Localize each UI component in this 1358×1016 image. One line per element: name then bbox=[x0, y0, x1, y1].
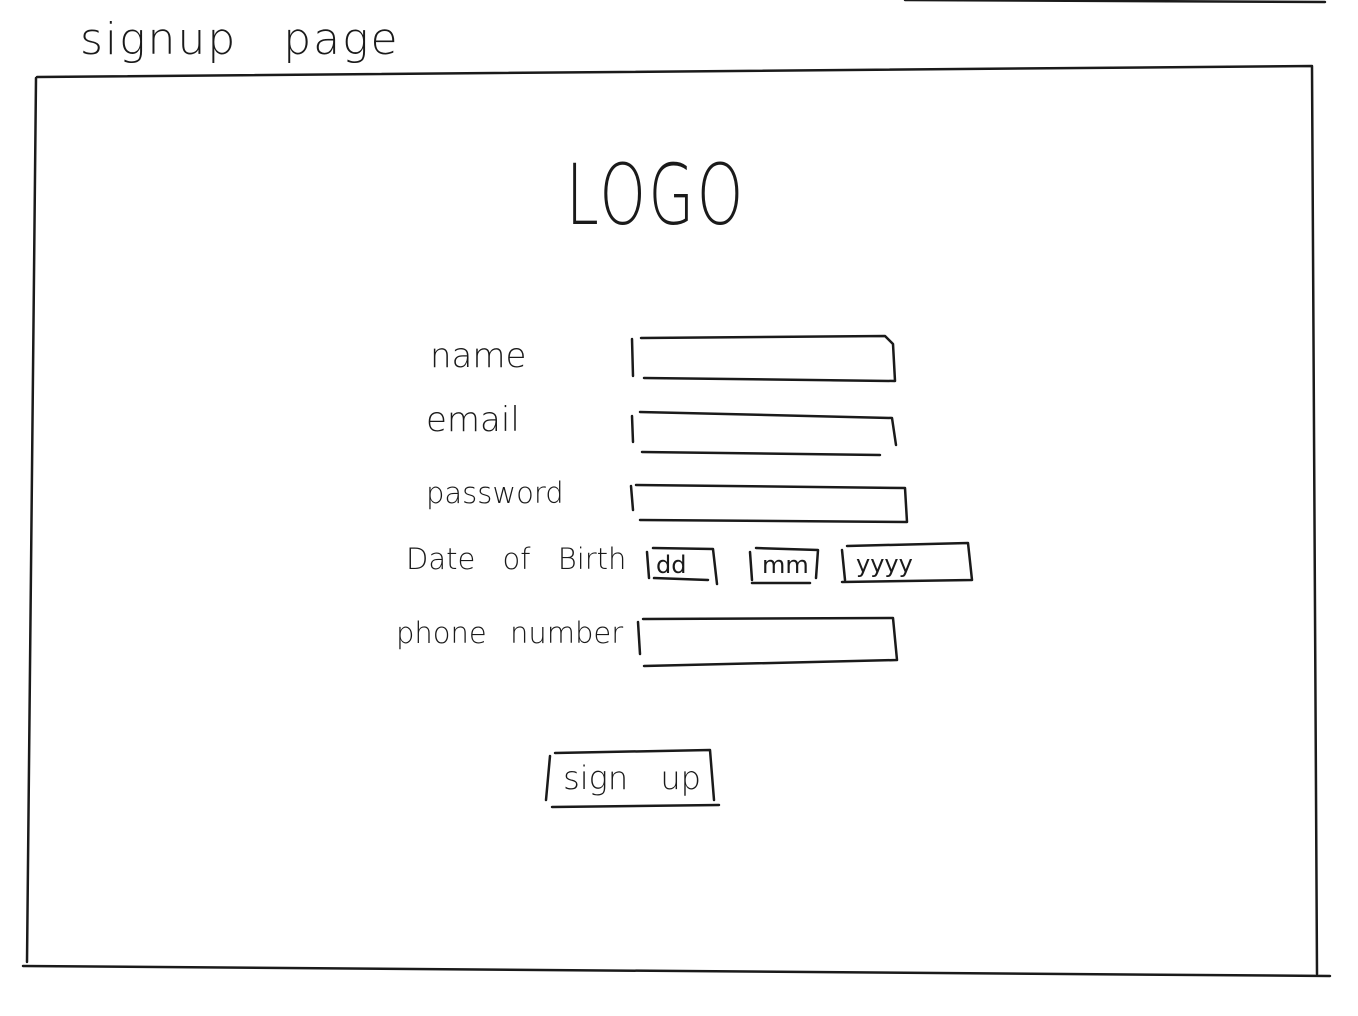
page-title: signup page bbox=[80, 14, 400, 65]
date-of-birth-label: Date of Birth bbox=[406, 542, 627, 576]
password-label: password bbox=[426, 476, 564, 510]
dob-day-input[interactable] bbox=[650, 550, 716, 580]
email-input[interactable] bbox=[638, 416, 894, 452]
name-label: name bbox=[430, 336, 527, 376]
sign-up-button[interactable]: sign up bbox=[548, 750, 716, 806]
email-label: email bbox=[426, 400, 520, 440]
dob-month-input[interactable] bbox=[754, 550, 816, 580]
top-edge-line bbox=[903, 0, 1327, 4]
phone-number-label: phone number bbox=[396, 616, 624, 650]
logo-placeholder: LOGO bbox=[566, 146, 746, 244]
dob-year-input[interactable] bbox=[846, 548, 970, 580]
phone-number-input[interactable] bbox=[642, 622, 896, 662]
name-input[interactable] bbox=[640, 340, 892, 378]
password-input[interactable] bbox=[636, 488, 904, 520]
